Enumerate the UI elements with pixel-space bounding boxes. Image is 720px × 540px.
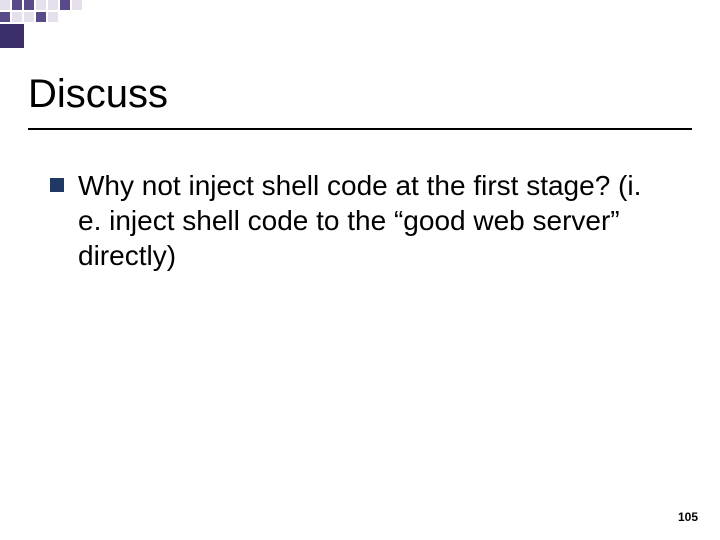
- title-underline: [28, 128, 692, 130]
- content-area: Why not inject shell code at the first s…: [50, 168, 680, 273]
- square-bullet-icon: [50, 178, 64, 192]
- bullet-text: Why not inject shell code at the first s…: [78, 168, 668, 273]
- slide-title: Discuss: [28, 72, 692, 117]
- page-number: 105: [678, 510, 698, 524]
- squares-icon: [0, 0, 120, 50]
- title-area: Discuss: [28, 72, 692, 117]
- bullet-item: Why not inject shell code at the first s…: [50, 168, 680, 273]
- corner-decoration: [0, 0, 120, 50]
